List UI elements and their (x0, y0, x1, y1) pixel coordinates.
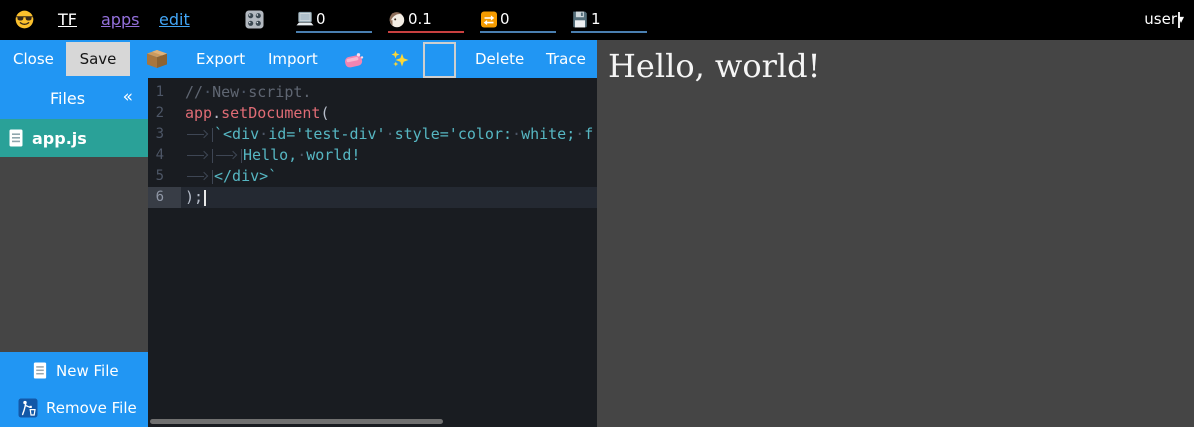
output-hello-text: Hello, world! (608, 47, 820, 85)
new-file-button[interactable]: New File (0, 352, 148, 389)
code-line[interactable]: 2app.setDocument( (148, 103, 597, 124)
trace-button[interactable]: Trace (546, 40, 586, 78)
tab-whitespace-marker (185, 128, 213, 142)
remove-file-button[interactable]: Remove File (0, 389, 148, 427)
code-token: Hello, (243, 146, 297, 164)
files-panel: Files « app.js New File (0, 78, 148, 427)
code-token: style='color: (395, 125, 512, 143)
stat-value: 1 (591, 11, 601, 28)
code-token: . (212, 104, 221, 122)
code-token: ); (185, 188, 203, 206)
collapse-chevron[interactable]: « (123, 87, 133, 107)
code-lines: 1//·New·script.2app.setDocument(3`<div·i… (148, 82, 597, 208)
output-panel: Hello, world! (597, 40, 1194, 427)
repeat-arrows-icon (480, 11, 498, 28)
apps-link[interactable]: apps (101, 10, 139, 29)
caret-down-icon: ▾ (1178, 12, 1180, 28)
stat-value: 0 (500, 11, 510, 28)
export-button[interactable]: Export (196, 40, 245, 78)
line-number: 1 (148, 82, 181, 103)
code-token: New (212, 83, 239, 101)
code-token: · (203, 83, 212, 101)
code-token: world! (306, 146, 360, 164)
tf-link[interactable]: TF (58, 10, 77, 29)
line-number: 4 (148, 145, 181, 166)
code-token: // (185, 83, 203, 101)
code-text: app.setDocument( (185, 104, 330, 122)
tab-whitespace-marker (185, 149, 213, 163)
file-item-appjs[interactable]: app.js (0, 119, 148, 157)
code-text: Hello,·world! (185, 146, 360, 164)
line-number: 3 (148, 124, 181, 145)
control-knobs-icon[interactable] (245, 10, 264, 29)
app-root: TF apps edit 0 0.1 (0, 0, 1194, 427)
files-title: Files (50, 89, 85, 108)
sparkles-icon-button[interactable] (391, 50, 409, 68)
code-token: · (239, 83, 248, 101)
code-token: · (297, 146, 306, 164)
package-icon-button[interactable] (147, 50, 167, 68)
new-file-label: New File (56, 362, 119, 380)
code-token: script. (248, 83, 311, 101)
user-menu-label: user (1144, 10, 1177, 28)
sunglasses-face-icon (15, 10, 34, 29)
save-button[interactable]: Save (66, 42, 130, 76)
stat-floppy[interactable]: 1 (571, 8, 647, 33)
code-token: · (575, 125, 584, 143)
editor-toolbar: Close Save Export Import Delete Trace (0, 40, 597, 78)
new-file-page-icon (33, 362, 47, 379)
file-name: app.js (32, 129, 87, 148)
code-token: app (185, 104, 212, 122)
code-text: `<div·id='test-div'·style='color:·white;… (185, 125, 593, 143)
files-header: Files « (0, 78, 148, 119)
remove-file-label: Remove File (46, 399, 137, 417)
code-token: f (584, 125, 593, 143)
code-token: setDocument (221, 104, 320, 122)
file-icon (9, 129, 23, 147)
code-token: white; (521, 125, 575, 143)
text-cursor (204, 190, 206, 206)
tab-whitespace-marker (185, 170, 213, 184)
code-line[interactable]: 1//·New·script. (148, 82, 597, 103)
code-token: ( (320, 104, 329, 122)
line-number: 6 (148, 187, 181, 208)
line-number: 5 (148, 166, 181, 187)
code-text: </div>` (185, 167, 277, 185)
import-button[interactable]: Import (268, 40, 318, 78)
line-number: 2 (148, 103, 181, 124)
code-text: ); (185, 188, 206, 206)
files-list[interactable] (0, 157, 148, 352)
code-token: id='test-div' (268, 125, 385, 143)
code-line[interactable]: 6); (148, 187, 597, 208)
code-text: //·New·script. (185, 83, 311, 101)
delete-button[interactable]: Delete (475, 40, 524, 78)
code-line[interactable]: 5 </div>` (148, 166, 597, 187)
stat-hamster[interactable]: 0.1 (388, 8, 464, 33)
stat-repeat[interactable]: 0 (480, 8, 556, 33)
hamster-icon (388, 11, 406, 28)
tab-whitespace-marker (214, 149, 242, 163)
code-token: · (259, 125, 268, 143)
code-token: `<div (214, 125, 259, 143)
litter-bin-icon (18, 398, 38, 418)
edit-link[interactable]: edit (159, 10, 190, 29)
code-line[interactable]: 4Hello,·world! (148, 145, 597, 166)
laptop-icon (296, 11, 314, 28)
user-menu[interactable]: user▾ (1144, 10, 1180, 28)
code-line[interactable]: 3`<div·id='test-div'·style='color:·white… (148, 124, 597, 145)
stat-laptop[interactable]: 0 (296, 8, 372, 33)
blank-button[interactable] (423, 42, 456, 78)
code-token: </div>` (214, 167, 277, 185)
top-bar: TF apps edit 0 0.1 (0, 0, 1194, 40)
code-token: · (512, 125, 521, 143)
stat-value: 0.1 (408, 11, 432, 28)
sidebar-footer: New File Remove File (0, 352, 148, 427)
close-button[interactable]: Close (13, 40, 54, 78)
horizontal-scrollbar-thumb[interactable] (150, 419, 443, 424)
code-token: · (386, 125, 395, 143)
code-editor[interactable]: 1//·New·script.2app.setDocument(3`<div·i… (148, 78, 597, 427)
stat-value: 0 (316, 11, 326, 28)
soap-icon-button[interactable] (344, 52, 364, 68)
floppy-disk-icon (571, 11, 589, 28)
